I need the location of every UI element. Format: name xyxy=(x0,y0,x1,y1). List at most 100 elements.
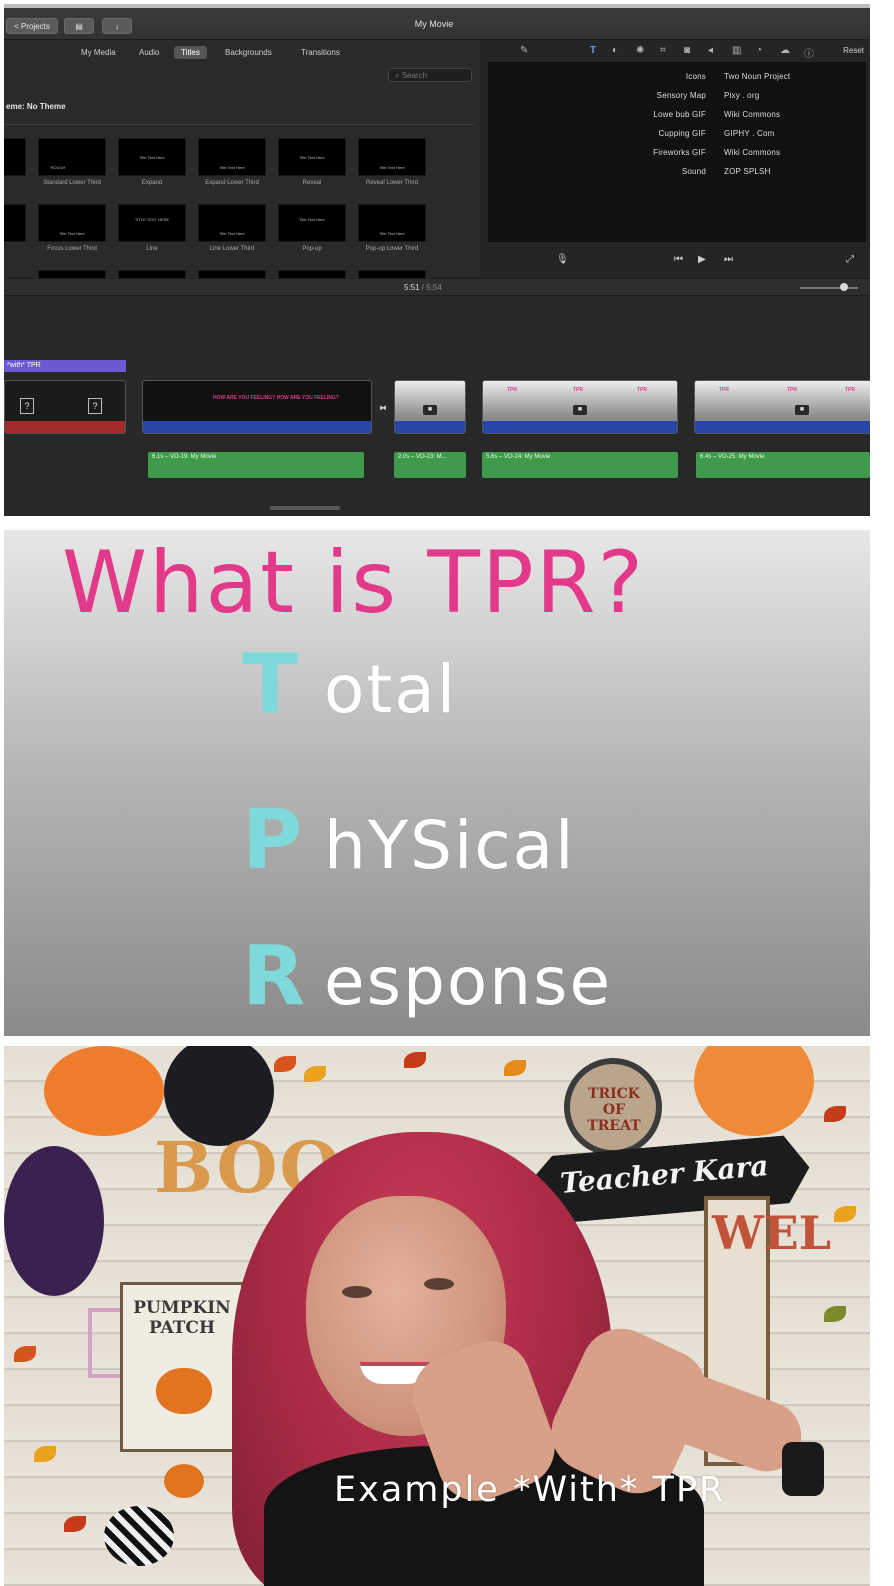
tab-audio[interactable]: Audio xyxy=(132,46,166,59)
acronym-word: otal xyxy=(324,651,458,728)
trick-or-treat-text: TRICK OF TREAT xyxy=(587,1086,641,1134)
acronym-row-total: Total xyxy=(242,644,457,726)
thumb-text: Title Text Here xyxy=(139,155,165,160)
import-icon[interactable]: ↓ xyxy=(102,18,132,34)
voiceover-clip[interactable]: 6.1s – VO-19: My Movie xyxy=(148,452,364,478)
credit-label: Fireworks GIF xyxy=(653,148,706,157)
acronym-row-response: Response xyxy=(242,936,612,1018)
search-placeholder: Search xyxy=(401,71,428,80)
volume-icon[interactable]: ◂ xyxy=(708,45,713,56)
teacher-eye xyxy=(424,1278,454,1290)
welcome-text: WEL xyxy=(712,1204,831,1262)
title-thumb-expand[interactable]: Title Text Here xyxy=(118,138,186,176)
title-thumb-line-lower-third[interactable]: Title Text Here xyxy=(198,204,266,242)
color-balance-icon[interactable]: ◐ xyxy=(612,45,618,56)
credit-value: Wiki Commons xyxy=(724,148,781,157)
thumb-text: Title Text Here xyxy=(219,231,245,236)
video-clip[interactable]: HOW ARE YOU FEELING? HOW ARE YOU FEELING… xyxy=(142,380,372,434)
titles-tool-icon[interactable]: T xyxy=(590,45,596,56)
tab-my-media[interactable]: My Media xyxy=(74,46,123,59)
clip-audio-bar xyxy=(395,421,465,433)
horizontal-scrollbar[interactable] xyxy=(270,506,340,510)
crop-icon[interactable]: ⌗ xyxy=(660,45,666,56)
reset-button[interactable]: Reset xyxy=(843,46,864,55)
tab-backgrounds[interactable]: Backgrounds xyxy=(218,46,279,59)
skip-forward-icon[interactable]: ⏭ xyxy=(724,254,733,265)
clip-audio-bar xyxy=(5,421,125,433)
thumb-caption: Reveal xyxy=(302,180,322,186)
title-thumb[interactable] xyxy=(4,204,26,242)
search-icon: ⌕ xyxy=(395,71,402,80)
play-icon[interactable]: ▶ xyxy=(698,254,706,265)
thumb-text: Title Text Here xyxy=(59,231,85,236)
pumpkin-illustration xyxy=(156,1368,212,1414)
pumpkin-patch-text: PUMPKIN PATCH xyxy=(133,1298,231,1338)
projects-back-button[interactable]: < Projects xyxy=(6,18,58,34)
zoom-slider-track[interactable] xyxy=(800,287,858,289)
voiceover-clip[interactable]: 5.6s – VO-24: My Movie xyxy=(482,452,678,478)
timeline[interactable]: *with* TPR ? ? HOW ARE YOU FEELING? HOW … xyxy=(4,296,870,516)
credit-value: ZOP SPLSH xyxy=(724,167,771,176)
magic-wand-icon[interactable]: ✎ xyxy=(520,45,528,56)
timecode-bar: 5:51 / 5:54 xyxy=(4,278,870,296)
title-thumb[interactable] xyxy=(4,138,26,176)
microphone-icon[interactable]: 🎙 xyxy=(556,254,569,265)
filter-icon[interactable]: ☁ xyxy=(780,45,790,56)
fullscreen-icon[interactable]: ⤢ xyxy=(846,254,854,265)
acronym-letter: T xyxy=(242,637,298,732)
noise-reduction-icon[interactable]: ▥ xyxy=(732,45,741,56)
clip-audio-bar xyxy=(695,421,870,433)
title-thumb-line[interactable]: TITLE TEXT HERE xyxy=(118,204,186,242)
credit-label: Lowe bub GIF xyxy=(653,110,706,119)
stabilization-icon[interactable]: ◙ xyxy=(684,45,690,56)
acronym-letter: P xyxy=(242,793,303,888)
info-icon[interactable]: ⓘ xyxy=(804,45,814,60)
video-clip[interactable]: TPR TPR TPR ■ xyxy=(482,380,678,434)
search-input[interactable]: ⌕ Search xyxy=(388,68,472,82)
title-thumb-pop-up[interactable]: Title Text Here xyxy=(278,204,346,242)
video-clip[interactable]: TPR TPR TPR ■ xyxy=(694,380,870,434)
window-title: My Movie xyxy=(414,19,454,29)
thumb-caption: Line xyxy=(146,246,158,252)
title-thumb-expand-lower-third[interactable]: Title Text Here xyxy=(198,138,266,176)
speed-icon[interactable]: ◔ xyxy=(756,45,762,56)
time-current: 5:51 xyxy=(404,283,420,292)
orange-pompom xyxy=(44,1046,164,1136)
tab-titles[interactable]: Titles xyxy=(174,46,207,59)
video-clip[interactable]: ■ xyxy=(394,380,466,434)
title-clip[interactable]: *with* TPR xyxy=(4,360,126,372)
voiceover-clip[interactable]: 6.4s – VO-25: My Movie xyxy=(696,452,870,478)
thumb-caption: Pop-up xyxy=(302,246,322,252)
divider xyxy=(4,124,474,125)
skip-back-icon[interactable]: ⏮ xyxy=(674,254,683,265)
title-thumb-reveal-lower-third[interactable]: Title Text Here xyxy=(358,138,426,176)
time-total: 5:54 xyxy=(426,283,442,292)
thumb-caption: Reveal Lower Third xyxy=(366,180,418,186)
color-correction-icon[interactable]: ✺ xyxy=(636,45,644,56)
viewer-panel: ✎ T ◐ ✺ ⌗ ◙ ◂ ▥ ◔ ☁ ⓘ Reset Icons Two No… xyxy=(480,40,870,278)
video-caption: Example *With* TPR xyxy=(334,1470,726,1510)
imovie-editor-screenshot: < Projects ▤ ↓ My Movie My Media Audio T… xyxy=(4,4,870,516)
clip-overlay-text: TPR xyxy=(719,387,729,393)
credit-value: Two Noun Project xyxy=(724,72,791,81)
menu-bar-strip xyxy=(4,4,870,8)
timecode: 5:51 / 5:54 xyxy=(404,283,442,292)
theme-label: eme: No Theme xyxy=(6,102,66,111)
title-thumb-reveal[interactable]: Title Text Here xyxy=(278,138,346,176)
credit-label: Cupping GIF xyxy=(658,129,706,138)
zoom-slider-handle[interactable] xyxy=(840,283,848,291)
credit-value: Wiki Commons xyxy=(724,110,781,119)
thumb-text: ROUGH xyxy=(50,165,66,170)
slide-title: What is TPR? xyxy=(62,533,646,633)
voiceover-clip[interactable]: 2.0s – VO-23: M... xyxy=(394,452,466,478)
library-toggle-icon[interactable]: ▤ xyxy=(64,18,94,34)
clip-overlay-text: TPR xyxy=(845,387,855,393)
title-thumb-pop-up-lower-third[interactable]: Title Text Here xyxy=(358,204,426,242)
thumb-text: TITLE TEXT HERE xyxy=(134,217,170,222)
credit-label: Sensory Map xyxy=(656,91,706,100)
title-thumb-standard-lower-third[interactable]: ROUGH xyxy=(38,138,106,176)
transition-icon[interactable]: ⧓ xyxy=(376,404,390,414)
tab-transitions[interactable]: Transitions xyxy=(294,46,347,59)
thumb-text: Title Text Here xyxy=(219,165,245,170)
title-thumb-focus-lower-third[interactable]: Title Text Here xyxy=(38,204,106,242)
